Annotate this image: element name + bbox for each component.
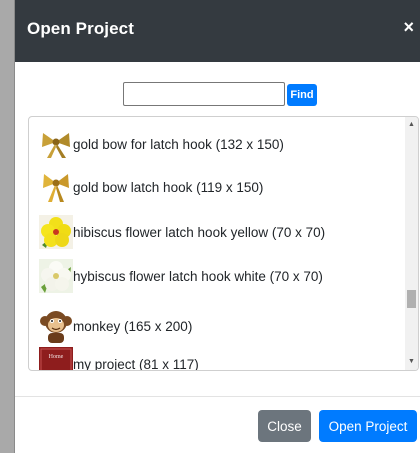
search-input[interactable] — [123, 82, 285, 106]
dialog-title: Open Project — [27, 19, 135, 38]
scroll-down-arrow-icon[interactable]: ▼ — [405, 356, 418, 368]
monkey-thumbnail — [40, 311, 72, 343]
white-hibiscus-thumbnail — [39, 259, 73, 293]
close-button[interactable]: Close — [258, 410, 311, 442]
project-name: my project (81 x 117) — [73, 356, 199, 371]
footer-divider — [15, 396, 420, 397]
home-badge-text: Home — [49, 354, 64, 360]
list-item[interactable]: gold bow for latch hook (132 x 150) — [39, 127, 284, 161]
open-project-dialog: Open Project × Find gold bow for latch h… — [14, 0, 420, 453]
project-name: hybiscus flower latch hook white (70 x 7… — [73, 268, 323, 284]
yellow-hibiscus-thumbnail — [39, 215, 73, 249]
close-icon[interactable]: × — [403, 16, 414, 38]
project-name: gold bow latch hook (119 x 150) — [73, 179, 264, 195]
project-name: monkey (165 x 200) — [73, 318, 193, 334]
modal-backdrop — [0, 0, 14, 453]
scrollbar-thumb[interactable] — [407, 290, 416, 308]
find-button[interactable]: Find — [287, 84, 317, 106]
list-scrollbar[interactable]: ▲ ▼ — [405, 117, 418, 370]
project-list[interactable]: gold bow for latch hook (132 x 150) gold… — [28, 116, 419, 371]
scroll-up-arrow-icon[interactable]: ▲ — [405, 119, 418, 131]
list-item[interactable]: hybiscus flower latch hook white (70 x 7… — [39, 259, 323, 293]
gold-bow-thumbnail — [42, 133, 70, 158]
project-list-items: gold bow for latch hook (132 x 150) gold… — [29, 117, 405, 370]
list-item[interactable]: monkey (165 x 200) — [39, 309, 192, 343]
open-project-button[interactable]: Open Project — [319, 410, 417, 442]
list-item[interactable]: Home my project (81 x 117) — [39, 347, 199, 370]
list-item[interactable]: gold bow latch hook (119 x 150) — [39, 170, 263, 204]
gold-bow-thumbnail — [43, 174, 69, 202]
project-name: gold bow for latch hook (132 x 150) — [73, 136, 284, 152]
list-item[interactable]: hibiscus flower latch hook yellow (70 x … — [39, 215, 325, 249]
project-name: hibiscus flower latch hook yellow (70 x … — [73, 224, 326, 240]
home-sign-thumbnail: Home — [39, 347, 73, 370]
dialog-header: Open Project × — [15, 0, 420, 62]
